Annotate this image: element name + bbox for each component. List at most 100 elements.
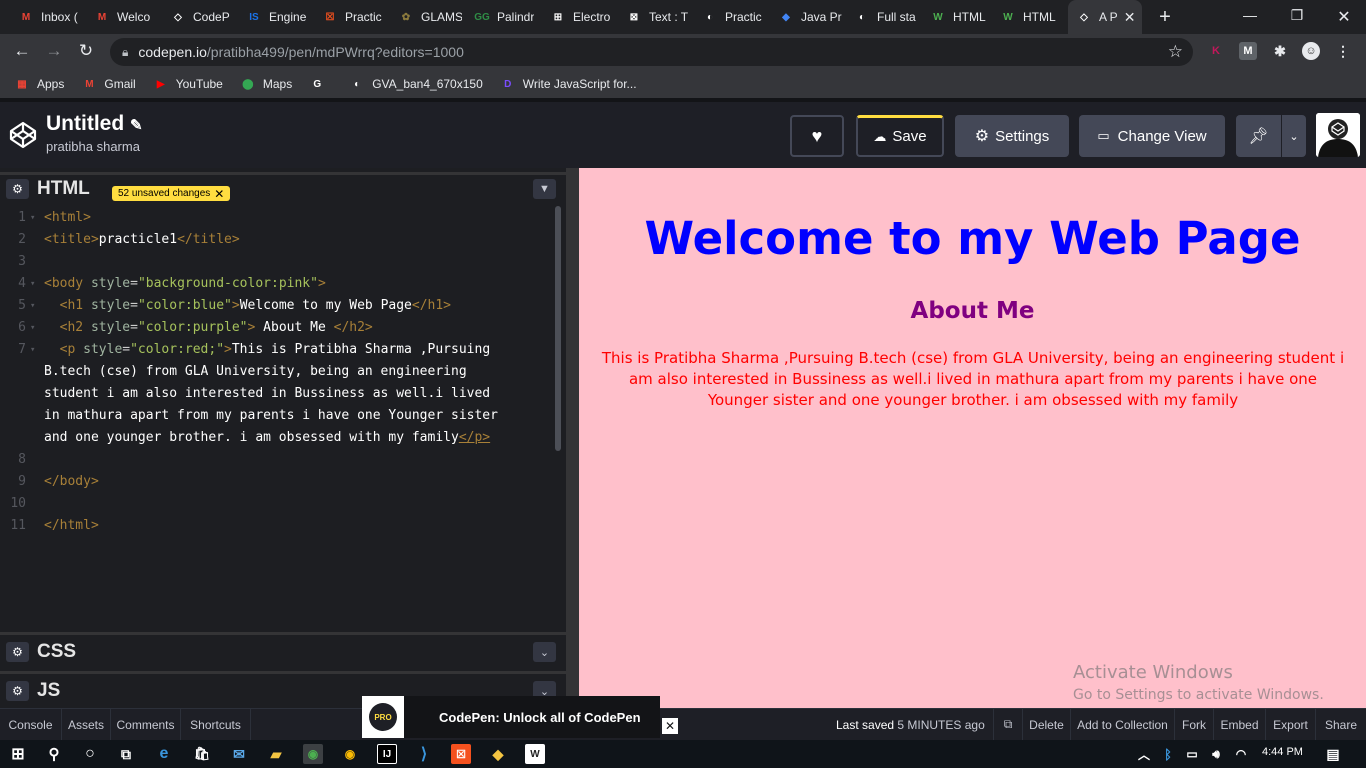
windows-start-icon[interactable]: ⊞ <box>8 744 28 764</box>
like-button[interactable]: ♥ <box>790 115 844 157</box>
assets-button[interactable]: Assets <box>62 709 111 740</box>
change-view-button[interactable]: ▭ Change View <box>1079 115 1225 157</box>
xampp-icon[interactable]: ☒ <box>451 744 471 764</box>
pin-button[interactable]: 📌︎ ⌄ <box>1236 115 1306 157</box>
chrome-icon[interactable]: ◉ <box>303 744 323 764</box>
vscode-icon[interactable]: ⟩ <box>414 744 434 764</box>
task-view-icon[interactable]: ⧉ <box>116 744 136 764</box>
comments-button[interactable]: Comments <box>111 709 181 740</box>
js-settings-gear-icon[interactable]: ⚙ <box>6 681 29 701</box>
css-panel-chevron-down-icon[interactable]: ⌄ <box>533 642 556 662</box>
fold-arrow-icon[interactable]: ▾ <box>30 301 35 311</box>
pane-resizer[interactable] <box>566 168 579 708</box>
save-button[interactable]: ☁ Save <box>856 115 944 157</box>
browser-tab[interactable]: M Inbox ( <box>10 0 82 34</box>
file-explorer-icon[interactable]: ▰ <box>266 744 286 764</box>
add-to-collection-button[interactable]: Add to Collection <box>1071 709 1175 740</box>
promo-close-icon[interactable]: ✕ <box>662 718 678 734</box>
browser-tab[interactable]: ◇ CodeP <box>162 0 234 34</box>
browser-tab[interactable]: M Welco <box>86 0 158 34</box>
restore-button[interactable]: ❐ <box>1287 7 1307 24</box>
browser-tab-active[interactable]: ◇ A P ✕ <box>1068 0 1142 34</box>
mail-icon[interactable]: ✉ <box>229 744 249 764</box>
pro-promo-banner[interactable]: PRO CodePen: Unlock all of CodePen <box>362 696 660 738</box>
bookmark-item[interactable]: ▶ YouTube <box>153 76 223 92</box>
embed-button[interactable]: Embed <box>1214 709 1266 740</box>
bookmark-item[interactable]: D Write JavaScript for... <box>500 76 636 92</box>
bookmark-item[interactable]: ▦ Apps <box>14 76 64 92</box>
browser-tab[interactable]: GG Palindr <box>466 0 538 34</box>
forward-icon[interactable]: → <box>43 41 65 61</box>
address-bar[interactable]: 🔒︎ codepen.io/pratibha499/pen/mdPWrrq?ed… <box>110 38 1193 66</box>
bookmark-item[interactable]: G <box>309 76 332 92</box>
fold-arrow-icon[interactable]: ▾ <box>30 213 35 223</box>
chevron-down-icon[interactable]: ⌄ <box>1282 130 1306 143</box>
tab-close-icon[interactable]: ✕ <box>1124 9 1136 26</box>
browser-tab[interactable]: ✿ GLAMS <box>390 0 462 34</box>
fold-arrow-icon[interactable]: ▾ <box>30 323 35 333</box>
browser-tab[interactable]: ⊠ Text : T <box>618 0 690 34</box>
bookmark-item[interactable]: ◐ GVA_ban4_670x150 <box>349 76 483 92</box>
browser-tab[interactable]: IS Engine <box>238 0 310 34</box>
edge-icon[interactable]: e <box>154 744 174 764</box>
pen-author[interactable]: pratibha sharma <box>46 139 140 154</box>
bookmark-item[interactable]: ⬤ Maps <box>240 76 292 92</box>
code-editor[interactable]: 1 ▾ <html> 2 <title>practicle1</title> 3 4 ▾ <bo… <box>0 208 556 628</box>
minimize-button[interactable]: — <box>1240 7 1260 23</box>
back-icon[interactable]: ← <box>11 41 33 61</box>
settings-button[interactable]: ⚙ Settings <box>955 115 1069 157</box>
extension-m-icon[interactable]: M <box>1239 42 1257 60</box>
console-button[interactable]: Console <box>0 709 62 740</box>
edit-pencil-icon[interactable]: ✎ <box>130 117 143 134</box>
delete-button[interactable]: Delete <box>1023 709 1071 740</box>
pen-title[interactable]: Untitled ✎ <box>46 112 143 136</box>
extension-k-icon[interactable]: K <box>1207 42 1225 60</box>
browser-tab[interactable]: ☒ Practic <box>314 0 386 34</box>
unsaved-changes-badge[interactable]: 52 unsaved changes ✕ <box>112 186 231 201</box>
user-avatar[interactable] <box>1316 113 1360 157</box>
app-icon[interactable]: W <box>525 744 545 764</box>
wifi-icon[interactable]: ◠ <box>1231 744 1251 764</box>
share-button[interactable]: Share <box>1316 709 1366 740</box>
git-icon[interactable]: ◆ <box>488 744 508 764</box>
extensions-puzzle-icon[interactable]: ✱ <box>1271 42 1289 60</box>
html-settings-gear-icon[interactable]: ⚙ <box>6 179 29 199</box>
battery-icon[interactable]: ▭ <box>1182 744 1202 764</box>
bookmark-star-icon[interactable]: ☆ <box>1168 42 1183 62</box>
browser-tab[interactable]: ◆ Java Pr <box>770 0 842 34</box>
chrome-alt-icon[interactable]: ◉ <box>340 744 360 764</box>
close-icon[interactable]: ✕ <box>214 187 224 201</box>
store-icon[interactable]: 🛍︎ <box>192 744 212 764</box>
cortana-icon[interactable]: ○ <box>80 744 100 764</box>
bluetooth-icon[interactable]: ᛒ <box>1158 744 1178 764</box>
browser-tab[interactable]: W HTML <box>922 0 988 34</box>
fold-arrow-icon[interactable]: ▾ <box>30 345 35 355</box>
export-button[interactable]: Export <box>1266 709 1316 740</box>
reload-icon[interactable]: ↻ <box>75 41 97 61</box>
close-window-button[interactable]: ✕ <box>1334 7 1354 27</box>
volume-icon[interactable]: 🔊︎ <box>1206 744 1226 764</box>
new-tab-button[interactable]: + <box>1155 6 1175 29</box>
menu-kebab-icon[interactable]: ⋮ <box>1334 42 1352 60</box>
open-external-icon[interactable]: ⧉ <box>993 709 1023 740</box>
shortcuts-button[interactable]: Shortcuts <box>181 709 251 740</box>
intellij-icon[interactable]: IJ <box>377 744 397 764</box>
tray-chevron-up-icon[interactable]: ︿ <box>1134 744 1154 764</box>
fold-arrow-icon[interactable]: ▾ <box>30 279 35 289</box>
fork-button[interactable]: Fork <box>1175 709 1214 740</box>
codepen-logo-icon[interactable] <box>8 120 38 150</box>
notifications-icon[interactable]: ▤ <box>1323 744 1343 764</box>
browser-tab[interactable]: ⊞ Electro <box>542 0 614 34</box>
profile-avatar-icon[interactable]: ☺ <box>1302 42 1320 60</box>
css-settings-gear-icon[interactable]: ⚙ <box>6 642 29 662</box>
search-icon[interactable]: ⚲ <box>44 744 64 764</box>
html-panel-title: HTML <box>37 178 90 199</box>
taskbar-clock[interactable]: 4:44 PM <box>1262 746 1303 758</box>
editor-scrollbar[interactable] <box>555 206 561 451</box>
html-panel-chevron-down-icon[interactable]: ▼ <box>533 179 556 199</box>
browser-tab[interactable]: ◐ Full sta <box>846 0 918 34</box>
browser-tab[interactable]: ◐ Practic <box>694 0 766 34</box>
bookmark-item[interactable]: M Gmail <box>81 76 136 92</box>
css-panel-header[interactable]: ⚙ CSS ⌄ <box>0 632 566 668</box>
browser-tab[interactable]: W HTML <box>992 0 1062 34</box>
